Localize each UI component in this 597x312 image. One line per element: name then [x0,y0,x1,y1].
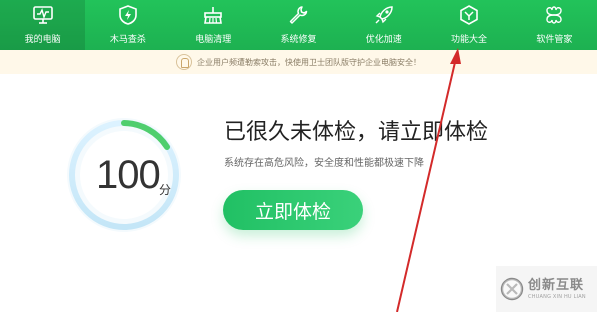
nav-label: 功能大全 [451,35,488,45]
health-score-ring: 100 分 [64,115,184,235]
nav-label: 电脑清理 [195,35,232,45]
nav-item-system-repair[interactable]: 系统修复 [256,0,341,50]
nav-item-optimize[interactable]: 优化加速 [341,0,426,50]
watermark-cn: 创新互联 [528,277,585,293]
brand-logo-icon [500,277,524,301]
notice-bar[interactable]: 企业用户频遭勒索攻击，快使用卫士团队版守护企业电脑安全！ [0,50,597,74]
grid-shield-icon [460,5,478,25]
watermark: 创新互联 CHUANG XIN HU LIAN [496,266,597,312]
nav-label: 系统修复 [280,35,317,45]
watermark-en: CHUANG XIN HU LIAN [528,293,586,300]
nav-label: 软件管家 [536,35,573,45]
monitor-icon [32,6,53,24]
nav-item-trojan-scan[interactable]: 木马查杀 [85,0,170,50]
score-unit: 分 [159,183,172,197]
score-value: 100 [96,153,161,197]
page-title: 已很久未体检，请立即体检 [224,120,489,145]
top-nav: 我的电脑 木马查杀 电脑清理 系统修复 优化加速 功能大全 软件管家 [0,0,597,50]
broom-icon [204,7,223,24]
nav-label: 我的电脑 [24,35,61,45]
nav-label: 木马查杀 [109,35,146,45]
nav-label: 优化加速 [365,35,402,45]
wrench-icon [290,6,308,24]
status-description: 系统存在高危风险，安全度和性能都极速下降 [224,158,424,169]
rocket-icon [375,6,393,24]
lock-icon [176,54,192,70]
nav-item-my-computer[interactable]: 我的电脑 [0,0,86,50]
shield-bolt-icon [119,5,137,25]
nav-item-cleanup[interactable]: 电脑清理 [171,0,256,50]
nav-item-software-manager[interactable]: 软件管家 [512,0,597,50]
clover-icon [546,6,563,24]
nav-item-all-features[interactable]: 功能大全 [426,0,511,50]
security-app-window: 我的电脑 木马查杀 电脑清理 系统修复 优化加速 功能大全 软件管家 企业用户频… [0,0,597,312]
notice-text: 企业用户频遭勒索攻击，快使用卫士团队版守护企业电脑安全！ [197,57,421,67]
check-now-button[interactable]: 立即体检 [223,190,363,230]
